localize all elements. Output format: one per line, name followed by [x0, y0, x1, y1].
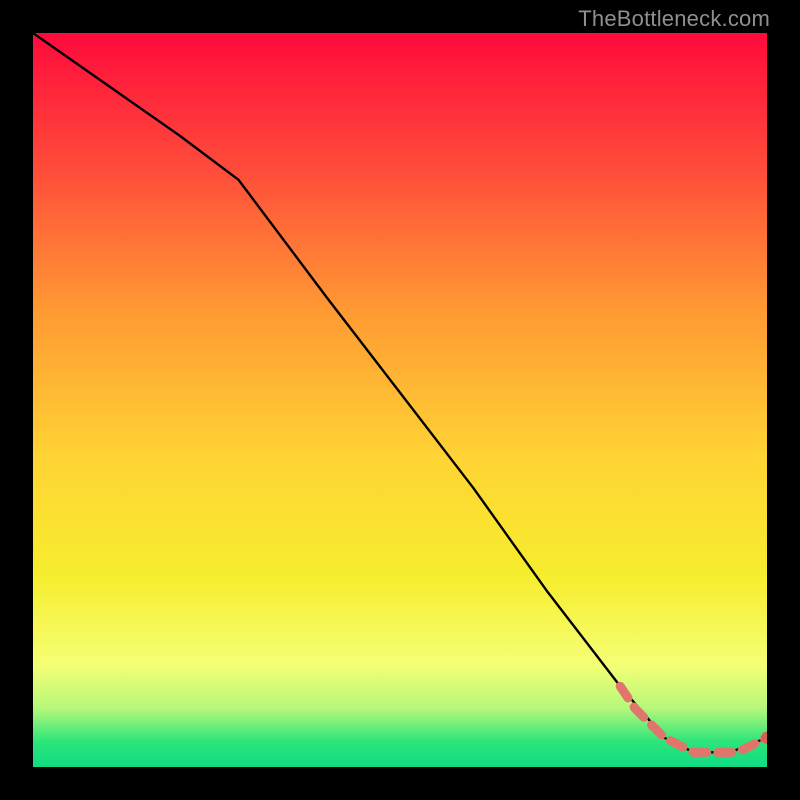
chart-svg: [33, 33, 767, 767]
chart-plot-area: [33, 33, 767, 767]
watermark-text: TheBottleneck.com: [578, 6, 770, 32]
chart-stage: TheBottleneck.com: [0, 0, 800, 800]
gradient-background: [33, 33, 767, 767]
